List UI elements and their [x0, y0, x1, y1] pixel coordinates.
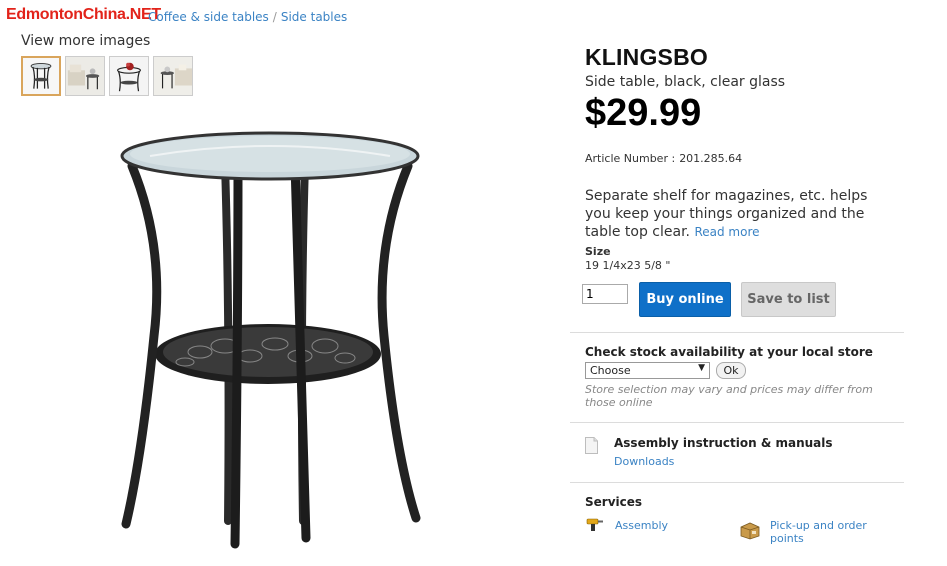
pickup-order-points-link[interactable]: Pick-up and order points: [770, 519, 890, 545]
drill-icon: [586, 518, 603, 531]
assembly-manuals-title: Assembly instruction & manuals: [614, 436, 833, 450]
product-name: KLINGSBO: [585, 44, 708, 70]
breadcrumb-separator: /: [272, 10, 277, 24]
thumbnail-3[interactable]: [109, 56, 149, 96]
breadcrumb-side-tables[interactable]: Side tables: [281, 10, 347, 24]
buy-online-button[interactable]: Buy online: [639, 282, 731, 317]
thumbnail-strip: [21, 56, 193, 96]
product-description: Side table, black, clear glass: [585, 74, 786, 90]
downloads-link[interactable]: Downloads: [614, 455, 674, 468]
divider: [570, 422, 904, 423]
package-icon: [740, 522, 760, 540]
product-summary-block: Separate shelf for magazines, etc. helps…: [585, 187, 885, 241]
article-number-row: Article Number :201.285.64: [585, 152, 742, 165]
stock-check-title: Check stock availability at your local s…: [585, 345, 873, 359]
plant-thumbnail-icon: [110, 57, 148, 95]
product-image: [120, 131, 421, 549]
room-thumbnail-icon: [66, 57, 104, 95]
assembly-service-link[interactable]: Assembly: [615, 519, 668, 532]
view-more-images-label: View more images: [21, 33, 151, 49]
store-selection-note: Store selection may vary and prices may …: [585, 383, 873, 409]
size-label: Size: [585, 245, 611, 258]
thumbnail-4[interactable]: [153, 56, 193, 96]
store-select-value: Choose: [590, 364, 631, 377]
table-thumbnail-icon: [30, 62, 52, 89]
breadcrumb-coffee-side-tables[interactable]: Coffee & side tables: [148, 10, 269, 24]
sofa-thumbnail-icon: [154, 57, 192, 95]
thumbnail-1[interactable]: [21, 56, 61, 96]
dropdown-arrow-icon: ▼: [698, 363, 705, 373]
quantity-input[interactable]: [582, 284, 628, 304]
document-icon: [585, 437, 598, 454]
site-watermark: EdmontonChina.NET: [6, 6, 161, 23]
article-number-value: 201.285.64: [679, 152, 743, 165]
divider: [570, 482, 904, 483]
save-to-list-button[interactable]: Save to list: [741, 282, 836, 317]
read-more-link[interactable]: Read more: [694, 225, 759, 239]
breadcrumb: Coffee & side tables / Side tables: [148, 10, 347, 24]
article-number-label: Article Number :: [585, 152, 676, 165]
size-value: 19 1/4x23 5/8 ": [585, 259, 671, 272]
services-title: Services: [585, 495, 643, 509]
store-select[interactable]: Choose ▼: [585, 362, 710, 379]
store-ok-button[interactable]: Ok: [716, 362, 746, 379]
divider: [570, 332, 904, 333]
thumbnail-2[interactable]: [65, 56, 105, 96]
product-price: $29.99: [585, 92, 702, 134]
